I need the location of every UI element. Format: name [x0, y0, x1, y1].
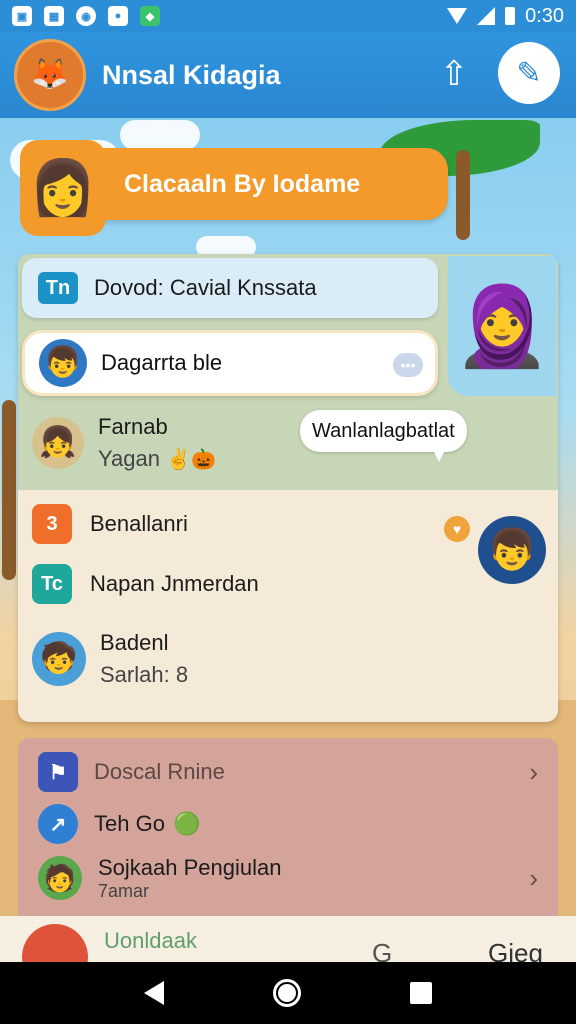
banner-text: Clacaaln By Iodame: [124, 169, 361, 198]
signal-icon: [477, 7, 496, 25]
app-icon: 3: [32, 504, 72, 544]
chat-card: Tn Dovod: Cavial Knssata 🧕 👦 Dagarrta bl…: [18, 254, 558, 722]
menu-item-label: Sojkaah Pengiulan: [98, 854, 282, 880]
pencil-icon: ✎: [516, 56, 542, 90]
menu-card: ⚑ Doscal Rnine › ↗ Teh Go 🟢 🧑 Sojkaah Pe…: [18, 738, 558, 938]
menu-item-label: Teh Go: [94, 811, 165, 836]
avatar: 🧑: [38, 856, 82, 900]
menu-item[interactable]: ↗ Teh Go 🟢: [38, 802, 538, 846]
search-badge: Tn: [38, 272, 78, 304]
chart-icon: ↗: [38, 804, 78, 844]
pinned-label: Dagarrta ble: [101, 350, 223, 375]
list-item[interactable]: 👧 Farnab Yagan ✌🎃: [32, 414, 216, 472]
app-title: Nnsal Kidagia: [102, 59, 281, 90]
search-text: Dovod: Cavial Knssata: [94, 275, 317, 300]
profile-avatar[interactable]: 🦊: [14, 39, 86, 111]
banner-avatar: 👩: [20, 140, 106, 236]
list-item[interactable]: Tc Napan Jnmerdan: [32, 564, 259, 604]
more-icon[interactable]: •••: [393, 353, 423, 377]
cloud: [120, 120, 200, 150]
list-item-title: Benallanri: [90, 511, 188, 536]
edit-button[interactable]: ✎: [498, 42, 560, 104]
menu-item[interactable]: 🧑 Sojkaah Pengiulan 7amar ›: [38, 854, 538, 901]
app-header: 🦊 Nnsal Kidagia ⇧ ✎: [0, 32, 576, 118]
chevron-right-icon: ›: [529, 756, 538, 787]
palm-tree: [456, 150, 470, 240]
list-item-subtitle: Sarlah: 8: [100, 662, 189, 687]
clock: 0:30: [525, 4, 564, 27]
banner[interactable]: Clacaaln By Iodame: [96, 148, 448, 220]
avatar: 👦: [39, 339, 87, 387]
back-button[interactable]: [144, 981, 165, 1005]
menu-item-label: Doscal Rnine: [94, 759, 225, 784]
menu-item[interactable]: ⚑ Doscal Rnine ›: [38, 750, 538, 794]
wifi-icon: [447, 8, 468, 24]
bottom-label[interactable]: Uonldaak: [104, 928, 197, 954]
bottom-bar: Uonldaak G Gieg: [0, 916, 576, 990]
menu-item-subtitle: 7amar: [98, 880, 150, 901]
upload-icon[interactable]: ⇧: [438, 54, 470, 96]
game-icon: ◆: [140, 6, 160, 26]
palm-tree: [2, 400, 16, 580]
bubble-text: Wanlanlagbatlat: [312, 419, 455, 442]
sync-icon: ◉: [76, 6, 96, 26]
avatar: 👦: [478, 516, 546, 584]
list-item-title: Napan Jnmerdan: [90, 571, 259, 596]
avatar: 👧: [32, 417, 84, 469]
list-item-title: Badenl: [100, 630, 169, 655]
emoji-icon: 🟢: [172, 811, 201, 836]
heart-icon[interactable]: ♥: [444, 516, 470, 542]
list-item[interactable]: 🧒 Badenl Sarlah: 8: [32, 630, 188, 688]
list-item[interactable]: 3 Benallanri: [32, 504, 188, 544]
list-item-subtitle: Yagan: [98, 446, 160, 471]
app-icon: ●: [108, 6, 128, 26]
speech-bubble: Wanlanlagbatlat: [300, 410, 467, 462]
emoji-icon: ✌🎃: [166, 449, 216, 471]
app-icon: Tc: [32, 564, 72, 604]
recents-button[interactable]: [409, 982, 432, 1004]
avatar: 🧒: [32, 632, 86, 686]
pinned-chat[interactable]: 👦 Dagarrta ble •••: [22, 330, 438, 396]
status-bar: ▣ ▦ ◉ ● ◆ 0:30: [0, 0, 576, 32]
gallery-icon: ▦: [44, 6, 64, 26]
battery-icon: [505, 7, 516, 25]
list-item-title: Farnab: [98, 414, 168, 439]
home-button[interactable]: [272, 979, 301, 1007]
character-illustration: 🧕: [448, 256, 556, 396]
chevron-right-icon: ›: [529, 862, 538, 893]
flag-icon: ⚑: [38, 752, 78, 792]
search-bar[interactable]: Tn Dovod: Cavial Knssata: [22, 258, 438, 318]
image-icon: ▣: [12, 6, 32, 26]
system-nav-bar: [0, 962, 576, 1024]
